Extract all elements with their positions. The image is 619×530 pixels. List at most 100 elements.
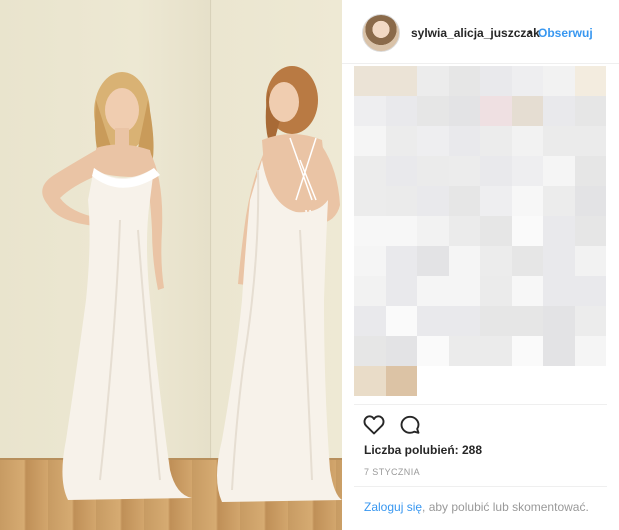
post-photo[interactable] [0, 0, 342, 530]
heart-icon[interactable] [362, 413, 386, 437]
pixel-block [511, 366, 543, 396]
pixel-block [385, 276, 417, 306]
separator-dot: • [528, 25, 533, 39]
login-prompt: Zaloguj się, aby polubić lub skomentować… [364, 500, 589, 514]
pixel-block [385, 306, 417, 336]
pixel-block [385, 216, 417, 246]
pixel-block [385, 126, 417, 156]
avatar[interactable] [362, 14, 400, 52]
pixel-block [354, 126, 386, 156]
pixel-block [448, 126, 480, 156]
pixel-block [448, 246, 480, 276]
pixel-block [354, 66, 386, 96]
pixel-block [448, 306, 480, 336]
pixel-block [354, 246, 386, 276]
pixel-block [574, 276, 606, 306]
pixel-block [448, 156, 480, 186]
pixel-block [448, 66, 480, 96]
pixel-block [448, 276, 480, 306]
pixel-block [511, 156, 543, 186]
pixel-block [417, 306, 449, 336]
pixel-block [543, 306, 575, 336]
pixel-block [511, 126, 543, 156]
pixel-block [511, 336, 543, 366]
pixel-block [480, 306, 512, 336]
divider [354, 486, 607, 487]
pixel-block [480, 246, 512, 276]
pixel-block [574, 126, 606, 156]
pixel-block [417, 276, 449, 306]
likes-count[interactable]: Liczba polubień: 288 [364, 443, 482, 457]
pixel-block [417, 156, 449, 186]
pixel-block [511, 96, 543, 126]
pixel-block [385, 336, 417, 366]
pixel-block [385, 96, 417, 126]
pixel-block [354, 156, 386, 186]
pixel-block [354, 276, 386, 306]
pixel-block [543, 96, 575, 126]
pixel-block [511, 276, 543, 306]
pixel-block [385, 156, 417, 186]
pixel-block [354, 366, 386, 396]
pixel-block [574, 306, 606, 336]
pixel-block [574, 186, 606, 216]
pixel-block [354, 186, 386, 216]
pixel-block [543, 126, 575, 156]
pixel-block [448, 336, 480, 366]
pixel-block [417, 126, 449, 156]
pixel-block [574, 246, 606, 276]
pixel-block [417, 366, 449, 396]
pixel-block [574, 96, 606, 126]
pixel-block [354, 306, 386, 336]
pixel-block [354, 336, 386, 366]
pixel-block [543, 156, 575, 186]
pixel-block [574, 336, 606, 366]
login-link[interactable]: Zaloguj się [364, 500, 422, 514]
woman-front-figure [42, 72, 192, 500]
pixel-block [417, 216, 449, 246]
pixel-block [543, 66, 575, 96]
follow-button[interactable]: Obserwuj [538, 26, 593, 40]
pixel-block [574, 366, 606, 396]
pixel-block [385, 186, 417, 216]
pixel-block [511, 246, 543, 276]
pixel-block [480, 366, 512, 396]
pixel-block [480, 186, 512, 216]
pixel-block [511, 216, 543, 246]
pixel-block [480, 336, 512, 366]
pixel-block [574, 216, 606, 246]
pixel-block [543, 336, 575, 366]
pixel-block [543, 366, 575, 396]
pixel-block [417, 246, 449, 276]
pixel-block [417, 66, 449, 96]
post-date[interactable]: 7 stycznia [364, 467, 420, 477]
post-sidebar: sylwia_alicja_juszczak • Obserwuj Liczba… [342, 0, 619, 530]
pixel-block [511, 66, 543, 96]
pixel-block [385, 66, 417, 96]
photo-figures [42, 66, 342, 502]
pixel-block [480, 96, 512, 126]
pixel-block [480, 276, 512, 306]
pixel-block [480, 66, 512, 96]
pixel-block [511, 306, 543, 336]
pixel-block [480, 126, 512, 156]
login-prompt-text: , aby polubić lub skomentować. [422, 500, 589, 514]
woman-back-figure [217, 66, 342, 502]
divider [354, 404, 607, 405]
pixel-block [448, 96, 480, 126]
pixel-block [543, 246, 575, 276]
pixel-block [480, 156, 512, 186]
pixel-block [354, 96, 386, 126]
comment-bubble-icon[interactable] [398, 413, 422, 437]
pixel-block [574, 156, 606, 186]
pixel-block [543, 186, 575, 216]
comments-area-pixelated [354, 66, 606, 396]
pixel-block [417, 336, 449, 366]
pixel-block [480, 216, 512, 246]
pixel-block [543, 276, 575, 306]
post-header: sylwia_alicja_juszczak • Obserwuj [342, 0, 619, 64]
pixel-block [385, 246, 417, 276]
pixel-block [448, 216, 480, 246]
pixel-block [448, 366, 480, 396]
username-link[interactable]: sylwia_alicja_juszczak [411, 26, 540, 40]
